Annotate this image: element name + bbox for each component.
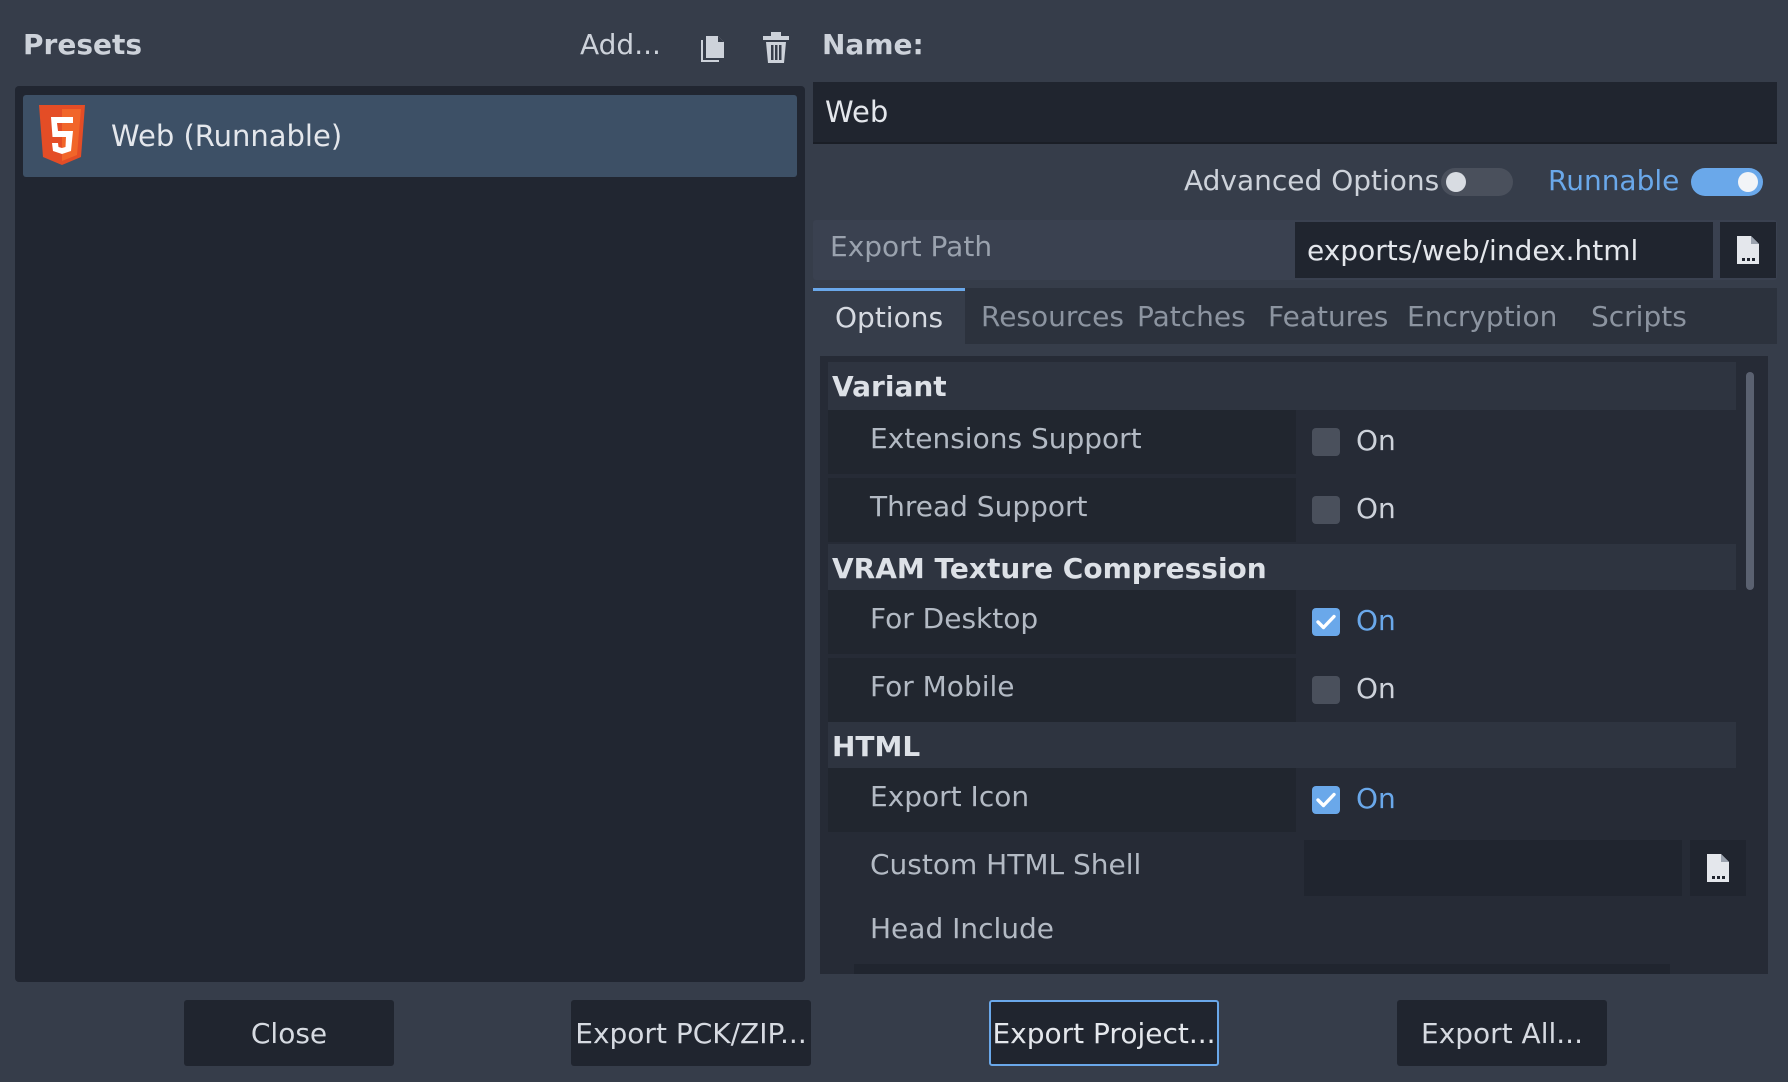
name-label: Name: (822, 28, 924, 61)
html5-icon (39, 105, 85, 165)
head-include-textarea[interactable] (854, 964, 1670, 974)
duplicate-icon[interactable] (694, 30, 730, 66)
export-icon-checkbox[interactable] (1312, 786, 1340, 814)
export-pck-zip-button[interactable]: Export PCK/ZIP... (571, 1000, 811, 1066)
prop-export-icon: Export Icon On (828, 768, 1736, 832)
advanced-options-label: Advanced Options (1184, 164, 1440, 197)
prop-label: Head Include (870, 912, 1055, 945)
prop-custom-html-shell: Custom HTML Shell (828, 836, 1746, 900)
export-path-value: exports/web/index.html (1307, 233, 1639, 267)
name-input[interactable]: Web (813, 82, 1777, 144)
thread-support-checkbox[interactable] (1312, 496, 1340, 524)
tab-options[interactable]: Options (813, 288, 966, 344)
prop-label: Extensions Support (870, 422, 1142, 455)
checkbox-value: On (1356, 604, 1396, 637)
export-all-button[interactable]: Export All... (1397, 1000, 1607, 1066)
section-title: Variant (832, 369, 947, 403)
advanced-options-toggle[interactable] (1441, 168, 1513, 196)
add-preset-button[interactable]: Add... (580, 28, 661, 61)
checkbox-value: On (1356, 672, 1396, 705)
for-desktop-checkbox[interactable] (1312, 608, 1340, 636)
export-project-button[interactable]: Export Project... (989, 1000, 1219, 1066)
preset-item-web[interactable]: Web (Runnable) (23, 95, 797, 177)
prop-extensions-support: Extensions Support On (828, 410, 1736, 474)
export-path-browse-button[interactable] (1720, 222, 1776, 278)
prop-label: Custom HTML Shell (870, 848, 1142, 881)
preset-item-label: Web (Runnable) (111, 119, 343, 153)
prop-label: For Desktop (870, 602, 1039, 635)
options-scrollbar[interactable] (1746, 372, 1754, 590)
checkbox-value: On (1356, 782, 1396, 815)
section-title: VRAM Texture Compression (832, 551, 1267, 585)
file-icon (1737, 236, 1759, 264)
section-vram-texture-compression[interactable]: VRAM Texture Compression (828, 544, 1736, 592)
section-title: HTML (832, 729, 921, 763)
preset-list: Web (Runnable) (15, 86, 805, 982)
prop-label: For Mobile (870, 670, 1015, 703)
prop-label: Thread Support (870, 490, 1088, 523)
options-inspector: Variant Extensions Support On Thread Sup… (820, 356, 1768, 974)
export-path-label: Export Path (830, 230, 993, 263)
export-path-input[interactable]: exports/web/index.html (1295, 222, 1713, 278)
prop-thread-support: Thread Support On (828, 478, 1736, 542)
presets-title: Presets (23, 28, 143, 61)
trash-icon[interactable] (758, 30, 794, 66)
extensions-support-checkbox[interactable] (1312, 428, 1340, 456)
section-variant[interactable]: Variant (828, 362, 1736, 410)
prop-for-mobile: For Mobile On (828, 658, 1736, 722)
check-icon (1316, 792, 1336, 808)
checkbox-value: On (1356, 492, 1396, 525)
file-icon (1707, 854, 1729, 882)
prop-label: Export Icon (870, 780, 1030, 813)
section-html[interactable]: HTML (828, 722, 1736, 770)
custom-html-shell-browse-button[interactable] (1690, 840, 1746, 896)
tab-patches[interactable]: Patches (1115, 288, 1268, 344)
checkbox-value: On (1356, 424, 1396, 457)
prop-for-desktop: For Desktop On (828, 590, 1736, 654)
for-mobile-checkbox[interactable] (1312, 676, 1340, 704)
prop-head-include: Head Include (828, 900, 1736, 964)
runnable-toggle[interactable] (1691, 168, 1763, 196)
check-icon (1316, 614, 1336, 630)
tab-scripts[interactable]: Scripts (1569, 288, 1709, 344)
name-input-value: Web (825, 95, 889, 129)
tab-bar: Options Resources Patches Features Encry… (813, 288, 1777, 344)
tab-encryption[interactable]: Encryption (1385, 288, 1579, 344)
runnable-label: Runnable (1548, 164, 1680, 197)
custom-html-shell-input[interactable] (1304, 840, 1682, 896)
close-button[interactable]: Close (184, 1000, 394, 1066)
